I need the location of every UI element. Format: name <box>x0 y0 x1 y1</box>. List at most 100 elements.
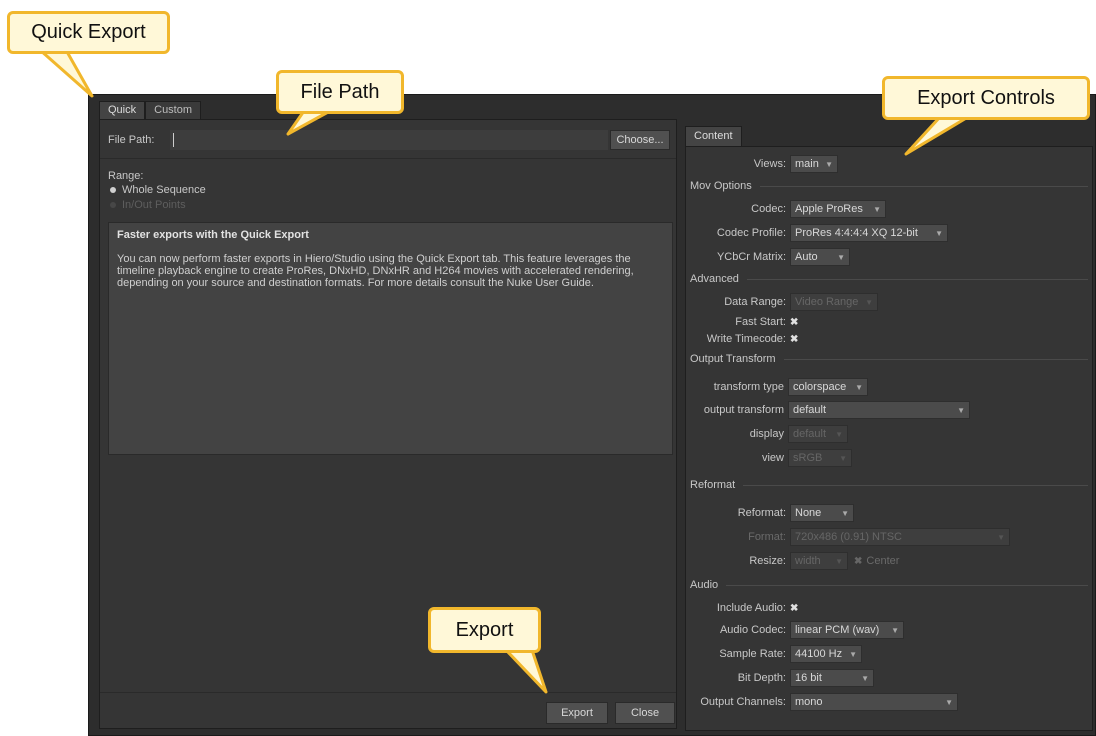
reformat-row: Reformat: None ▼ <box>686 504 854 522</box>
data-range-row: Data Range: Video Range ▼ <box>686 293 878 311</box>
output-channels-dropdown[interactable]: mono ▼ <box>790 693 958 711</box>
codec-profile-label: Codec Profile: <box>716 227 786 239</box>
write-timecode-row: Write Timecode: ✖ <box>686 330 799 348</box>
format-label: Format: <box>748 531 786 543</box>
radio-label: Whole Sequence <box>122 184 206 196</box>
reformat-value: None <box>795 507 822 519</box>
file-path-row: File Path: Choose... <box>108 130 670 150</box>
bit-depth-dropdown[interactable]: 16 bit ▼ <box>790 669 874 687</box>
divider <box>743 484 1088 486</box>
transform-type-dropdown[interactable]: colorspace ▼ <box>788 378 868 396</box>
views-row: Views: main ▼ <box>686 155 838 173</box>
resize-row: Resize: width ▼ ✖ Center <box>686 552 899 570</box>
tab-quick[interactable]: Quick <box>99 101 146 119</box>
quick-export-pointer <box>38 48 94 98</box>
output-transform-value: default <box>793 404 827 416</box>
close-button[interactable]: Close <box>615 702 675 724</box>
view-row: view sRGB ▼ <box>686 449 852 467</box>
radio-in-out-points[interactable]: In/Out Points <box>110 199 186 211</box>
chevron-down-icon: ▼ <box>837 252 845 262</box>
chevron-down-icon: ▼ <box>997 532 1005 542</box>
sample-rate-dropdown[interactable]: 44100 Hz ▼ <box>790 645 862 663</box>
format-value: 720x486 (0.91) NTSC <box>795 531 902 543</box>
reformat-dropdown[interactable]: None ▼ <box>790 504 854 522</box>
export-button[interactable]: Export <box>546 702 608 724</box>
radio-whole-sequence[interactable]: Whole Sequence <box>110 184 206 196</box>
data-range-dropdown[interactable]: Video Range ▼ <box>790 293 878 311</box>
chevron-down-icon: ▼ <box>839 453 847 463</box>
section-title: Reformat <box>690 479 736 491</box>
include-audio-row: Include Audio: ✖ <box>686 599 799 617</box>
chevron-down-icon: ▼ <box>855 382 863 392</box>
bit-depth-value: 16 bit <box>795 672 822 684</box>
write-timecode-checkbox[interactable]: ✖ <box>790 334 798 345</box>
chevron-down-icon: ▼ <box>835 556 843 566</box>
format-dropdown[interactable]: 720x486 (0.91) NTSC ▼ <box>790 528 1010 546</box>
output-transform-dropdown[interactable]: default ▼ <box>788 401 970 419</box>
fast-start-row: Fast Start: ✖ <box>686 313 798 331</box>
divider <box>746 278 1088 280</box>
chevron-down-icon: ▼ <box>849 649 857 659</box>
display-dropdown[interactable]: default ▼ <box>788 425 848 443</box>
tab-content[interactable]: Content <box>685 126 742 146</box>
info-box: Faster exports with the Quick Export You… <box>108 222 673 455</box>
center-label: Center <box>866 555 900 567</box>
divider <box>759 185 1088 187</box>
radio-selected-icon <box>110 187 116 193</box>
resize-dropdown[interactable]: width ▼ <box>790 552 848 570</box>
codec-value: Apple ProRes <box>795 203 863 215</box>
tab-custom[interactable]: Custom <box>145 101 202 119</box>
range-label: Range: <box>108 170 144 182</box>
section-output-transform: Output Transform <box>690 353 1088 365</box>
sample-rate-row: Sample Rate: 44100 Hz ▼ <box>686 645 862 663</box>
codec-label: Codec: <box>751 203 786 215</box>
write-timecode-label: Write Timecode: <box>706 333 786 345</box>
format-row: Format: 720x486 (0.91) NTSC ▼ <box>686 528 1010 546</box>
chevron-down-icon: ▼ <box>865 297 873 307</box>
view-label: view <box>761 452 784 464</box>
audio-codec-dropdown[interactable]: linear PCM (wav) ▼ <box>790 621 904 639</box>
view-dropdown[interactable]: sRGB ▼ <box>788 449 852 467</box>
chevron-down-icon: ▼ <box>945 697 953 707</box>
ycbcr-label: YCbCr Matrix: <box>716 251 786 263</box>
data-range-label: Data Range: <box>724 296 786 308</box>
chevron-down-icon: ▼ <box>825 159 833 169</box>
fast-start-label: Fast Start: <box>735 316 786 328</box>
display-row: display default ▼ <box>686 425 848 443</box>
views-dropdown[interactable]: main ▼ <box>790 155 838 173</box>
section-title: Advanced <box>690 273 739 285</box>
section-title: Mov Options <box>690 180 752 192</box>
chevron-down-icon: ▼ <box>957 405 965 415</box>
chevron-down-icon: ▼ <box>891 625 899 635</box>
output-channels-row: Output Channels: mono ▼ <box>686 693 958 711</box>
data-range-value: Video Range <box>795 296 859 308</box>
radio-unselected-icon <box>110 202 116 208</box>
output-transform-label: output transform <box>703 404 784 416</box>
bit-depth-row: Bit Depth: 16 bit ▼ <box>686 669 874 687</box>
file-path-input[interactable] <box>170 130 608 150</box>
views-value: main <box>795 158 819 170</box>
view-value: sRGB <box>793 452 823 464</box>
ycbcr-dropdown[interactable]: Auto ▼ <box>790 248 850 266</box>
section-title: Output Transform <box>690 353 776 365</box>
section-title: Audio <box>690 579 719 591</box>
codec-dropdown[interactable]: Apple ProRes ▼ <box>790 200 886 218</box>
center-checkbox[interactable]: ✖ <box>854 556 862 567</box>
file-path-label: File Path: <box>108 134 155 146</box>
codec-profile-value: ProRes 4:4:4:4 XQ 12-bit <box>795 227 918 239</box>
audio-codec-value: linear PCM (wav) <box>795 624 880 636</box>
fast-start-checkbox[interactable]: ✖ <box>790 317 798 328</box>
choose-button[interactable]: Choose... <box>610 130 670 150</box>
output-transform-row: output transform default ▼ <box>686 401 970 419</box>
views-label: Views: <box>753 158 786 170</box>
include-audio-checkbox[interactable]: ✖ <box>790 603 798 614</box>
codec-profile-dropdown[interactable]: ProRes 4:4:4:4 XQ 12-bit ▼ <box>790 224 948 242</box>
divider <box>783 358 1088 360</box>
chevron-down-icon: ▼ <box>861 673 869 683</box>
resize-value: width <box>795 555 821 567</box>
transform-type-value: colorspace <box>793 381 847 393</box>
resize-label: Resize: <box>749 555 786 567</box>
callout-export: Export <box>428 607 541 653</box>
callout-export-controls: Export Controls <box>882 76 1090 120</box>
section-audio: Audio <box>690 579 1088 591</box>
